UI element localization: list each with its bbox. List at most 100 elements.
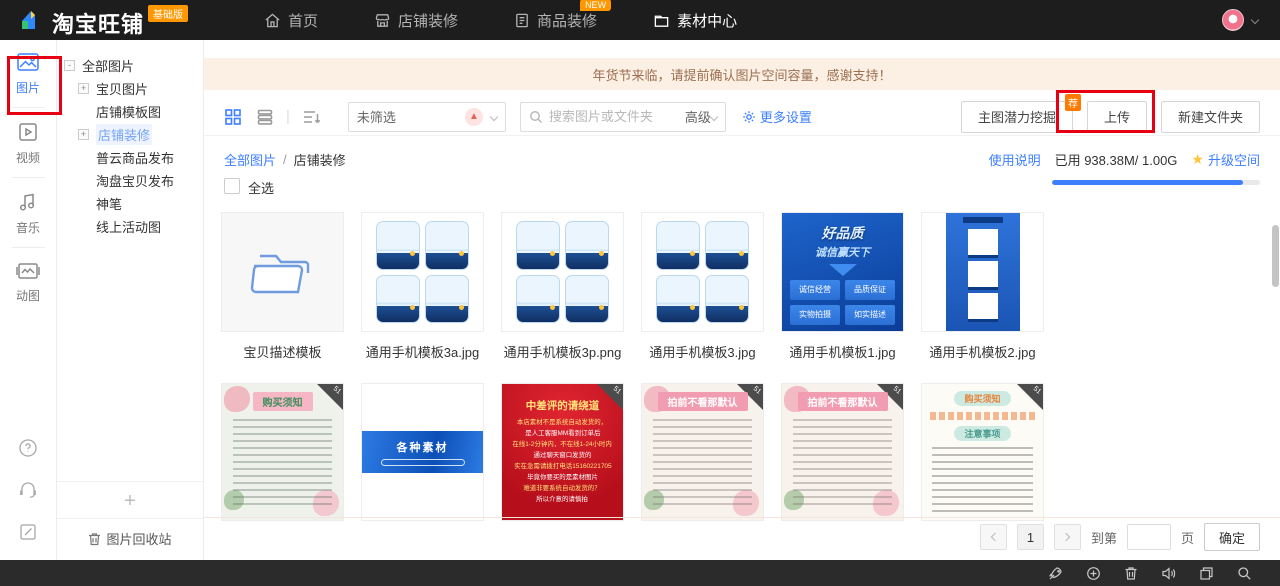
grid-item-image[interactable]: 通用手机模板3p.png [501,212,624,361]
tree-item-taopan-publish[interactable]: 淘盘宝贝发布 [57,169,203,192]
tree-item-online-activity[interactable]: 线上活动图 [57,215,203,238]
rail-item-videos[interactable]: 视频 [0,110,56,175]
nav-item-goods-decorate[interactable]: 商品装修 NEW [486,0,625,40]
banner-tag: 如实描述 [845,305,895,325]
floral-notice-preview: 拍前不看那默认 [642,384,763,520]
image-thumbnail[interactable] [501,212,624,332]
app-logo[interactable]: 淘宝旺铺 基础版 [18,1,188,39]
grid-item-image[interactable]: 通用手机模板3a.jpg [361,212,484,361]
image-thumbnail[interactable]: 拍前不看那默认 51 [641,383,764,521]
grid-item-image[interactable]: 通用手机模板2.jpg [921,212,1044,361]
grid-item-image[interactable]: 各种素材 [361,383,484,521]
video-icon [17,121,39,143]
image-thumbnail[interactable] [921,212,1044,332]
current-page[interactable]: 1 [1017,524,1044,550]
chevron-down-icon[interactable] [1251,16,1259,24]
grid-item-image[interactable]: 通用手机模板3.jpg [641,212,764,361]
grid-item-image[interactable]: 购买须知 注意事项 51 [921,383,1044,521]
grid-item-image[interactable]: 购买须知 51 [221,383,344,521]
banner-arrow-shape [829,264,857,276]
image-thumbnail[interactable] [641,212,764,332]
next-page-button[interactable] [1054,524,1081,550]
user-avatar[interactable] [1222,9,1244,31]
search-icon[interactable] [1237,566,1252,581]
headset-icon[interactable] [18,480,38,500]
image-thumbnail[interactable]: 好品质 诚信赢天下 诚信经营 品质保证 实物拍摄 如实描述 [781,212,904,332]
more-settings-link[interactable]: 更多设置 [742,107,812,126]
help-icon[interactable] [18,438,38,458]
grid-item-image[interactable]: 中差评的请绕道 本店素材不是系统自动发货的， 是人工客服MM看到订单后 在线1-… [501,383,624,521]
upload-button[interactable]: 上传 [1087,101,1147,133]
nav-item-label: 商品装修 [537,10,597,31]
gear-icon [742,110,756,124]
grid-item-image[interactable]: 好品质 诚信赢天下 诚信经营 品质保证 实物拍摄 如实描述 通用手机模板1.jp… [781,212,904,361]
top-navbar: 淘宝旺铺 基础版 首页 店铺装修 商品装修 NEW 素材中心 [0,0,1280,40]
breadcrumb-root[interactable]: 全部图片 [224,150,276,169]
page-number-input[interactable] [1127,524,1171,550]
recommend-badge: 荐 [1065,94,1081,111]
tree-item-puyun-publish[interactable]: 普云商品发布 [57,146,203,169]
image-thumbnail[interactable]: 拍前不看那默认 51 [781,383,904,521]
sort-icon[interactable] [302,108,322,126]
grid-item-image[interactable]: 拍前不看那默认 51 [641,383,764,521]
list-view-icon[interactable] [256,108,274,126]
advanced-search-toggle[interactable]: 高级 [685,107,717,126]
breadcrumb-current: 店铺装修 [294,150,346,169]
upgrade-space-link[interactable]: ★ 升级空间 [1191,150,1260,169]
tree-item-label: 宝贝图片 [96,79,148,98]
grid-view-icon[interactable] [224,108,242,126]
nav-item-shop-decorate[interactable]: 店铺装修 [346,0,486,40]
scrollbar-thumb[interactable] [1272,225,1279,287]
add-folder-button[interactable]: + [57,481,203,513]
windows-icon[interactable] [1199,566,1214,581]
storage-progress-bar [1052,180,1260,185]
account-area[interactable] [1222,0,1258,40]
collapse-icon[interactable]: - [64,60,75,71]
filter-dropdown[interactable]: 未筛选 ▲ [348,102,506,132]
expand-icon[interactable]: + [78,129,89,140]
image-thumbnail[interactable]: 购买须知 51 [221,383,344,521]
prev-page-button[interactable] [980,524,1007,550]
speaker-icon[interactable] [1161,566,1176,581]
expand-icon[interactable]: + [78,83,89,94]
confirm-page-button[interactable]: 确定 [1204,523,1260,551]
select-all-checkbox[interactable] [224,178,240,194]
tree-item-shenbi[interactable]: 神笔 [57,192,203,215]
usage-manual-link[interactable]: 使用说明 [989,150,1041,169]
tree-item-shop-template[interactable]: 店铺模板图 [57,100,203,123]
trash-icon[interactable] [1124,566,1138,581]
gif-icon [15,261,41,281]
star-icon: ★ [1191,151,1204,168]
rail-item-label: 动图 [16,287,40,304]
image-thumbnail[interactable]: 购买须知 注意事项 51 [921,383,1044,521]
feedback-icon[interactable] [18,522,38,542]
app-title: 淘宝旺铺 [52,7,144,39]
nav-item-material-center[interactable]: 素材中心 [625,0,765,40]
rail-item-music[interactable]: 音乐 [0,180,56,245]
tree-item-shop-decorate[interactable]: + 店铺装修 [57,123,203,146]
image-thumbnail[interactable]: 中差评的请绕道 本店素材不是系统自动发货的， 是人工客服MM看到订单后 在线1-… [501,383,624,521]
search-box[interactable]: 高级 [520,102,726,132]
main-image-potential-button[interactable]: 主图潜力挖掘 荐 [961,101,1073,133]
page-unit-label: 页 [1181,528,1194,547]
rail-item-gif[interactable]: 动图 [0,250,56,313]
nav-item-home[interactable]: 首页 [236,0,346,40]
recycle-bin-entry[interactable]: 图片回收站 [57,518,203,560]
image-grid-row-2: 购买须知 51 各种素材 [204,383,1280,521]
search-input[interactable] [549,109,685,124]
breadcrumb-row: 全部图片 / 店铺装修 使用说明 已用 938.38M/ 1.00G ★ 升级空… [204,148,1280,170]
notice-line: 难道非要系统自动发货的？ [524,484,601,493]
rail-divider [12,107,45,108]
tree-item-all-images[interactable]: - 全部图片 [57,54,203,77]
grid-item-folder[interactable]: 宝贝描述模板 [221,212,344,361]
grid-item-image[interactable]: 拍前不看那默认 51 [781,383,904,521]
tree-item-item-images[interactable]: + 宝贝图片 [57,77,203,100]
folder-thumbnail[interactable] [221,212,344,332]
chevron-down-icon [710,112,718,120]
new-folder-button[interactable]: 新建文件夹 [1161,101,1260,133]
history-icon[interactable] [1086,566,1101,581]
image-thumbnail[interactable]: 各种素材 [361,383,484,521]
rocket-icon[interactable] [1048,566,1063,581]
rail-item-images[interactable]: 图片 [0,40,56,105]
image-thumbnail[interactable] [361,212,484,332]
